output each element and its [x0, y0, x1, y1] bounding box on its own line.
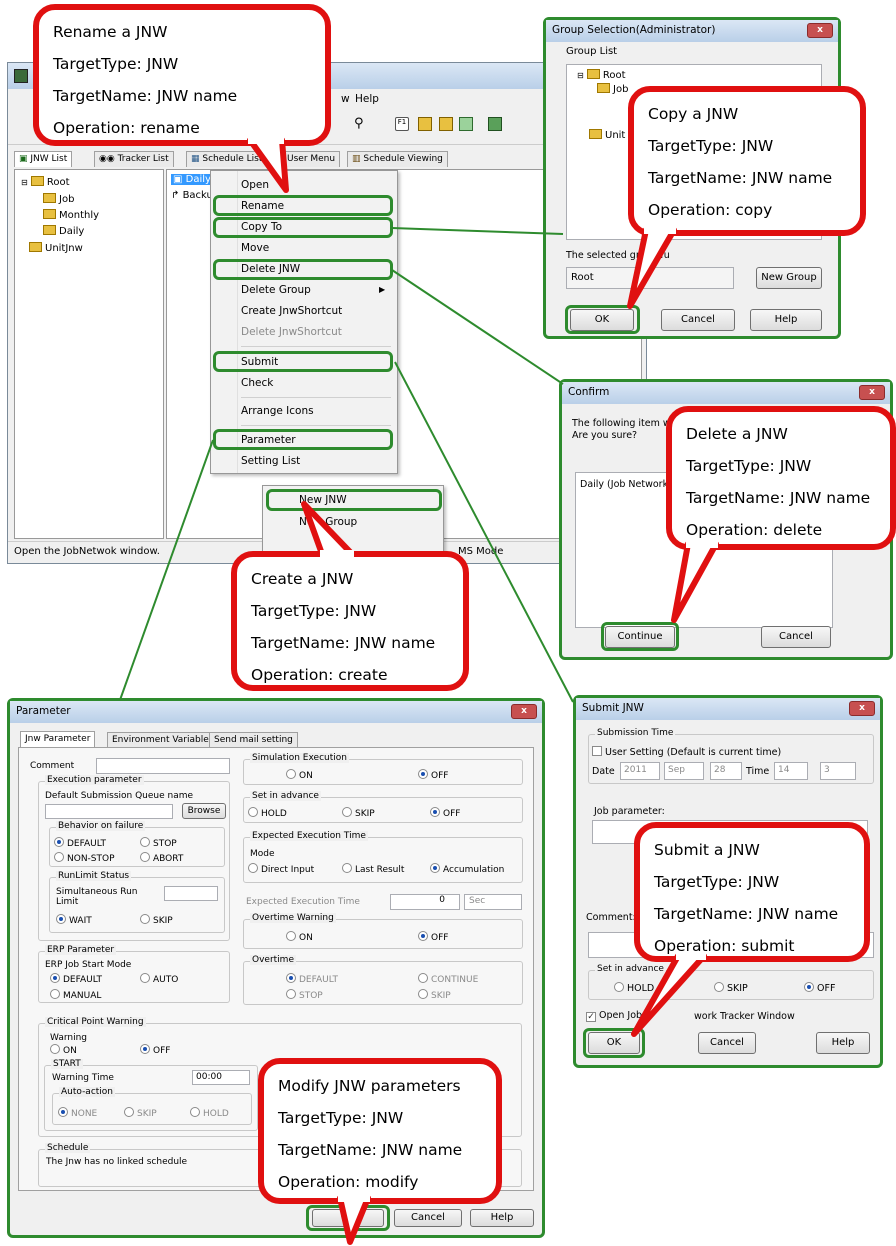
callout-line: TargetType: JNW: [654, 873, 780, 891]
callout-line: Delete a JNW: [686, 425, 788, 443]
callout-copy: Copy a JNW TargetType: JNW TargetName: J…: [628, 86, 866, 236]
callout-line: TargetName: JNW name: [654, 905, 839, 923]
callout-line: TargetName: JNW name: [251, 634, 436, 652]
callout-line: Copy a JNW: [648, 105, 739, 123]
callout-rename: Rename a JNW TargetType: JNW TargetName:…: [33, 4, 331, 146]
callout-line: TargetType: JNW: [251, 602, 377, 620]
callout-modify: Modify JNW parameters TargetType: JNW Ta…: [258, 1058, 502, 1204]
callout-line: Modify JNW parameters: [278, 1077, 461, 1095]
callout-line: Submit a JNW: [654, 841, 760, 859]
callout-line: Operation: create: [251, 666, 388, 684]
callout-pointer-submit: [631, 952, 707, 1037]
callout-line: Create a JNW: [251, 570, 354, 588]
callout-line: TargetType: JNW: [686, 457, 812, 475]
callout-line: TargetType: JNW: [53, 55, 179, 73]
callout-line: TargetType: JNW: [648, 137, 774, 155]
callout-line: TargetType: JNW: [278, 1109, 404, 1127]
connector-parameter: [119, 439, 214, 701]
callout-pointer-rename: [247, 136, 289, 193]
callout-submit: Submit a JNW TargetType: JNW TargetName:…: [634, 822, 870, 962]
callout-pointer-delete: [671, 540, 719, 623]
callout-line: TargetName: JNW name: [686, 489, 871, 507]
callout-pointer-create: [301, 501, 355, 558]
connector-copy: [391, 227, 564, 235]
callout-line: TargetName: JNW name: [278, 1141, 463, 1159]
connector-delete: [391, 269, 564, 385]
callout-create: Create a JNW TargetType: JNW TargetName:…: [231, 551, 469, 691]
callout-pointer-modify: [337, 1194, 371, 1245]
callout-delete: Delete a JNW TargetType: JNW TargetName:…: [666, 406, 896, 550]
callout-line: Operation: copy: [648, 201, 773, 219]
callout-line: Rename a JNW: [53, 23, 168, 41]
callout-line: TargetName: JNW name: [648, 169, 833, 187]
callout-line: TargetName: JNW name: [53, 87, 238, 105]
callout-pointer-copy: [627, 226, 677, 309]
